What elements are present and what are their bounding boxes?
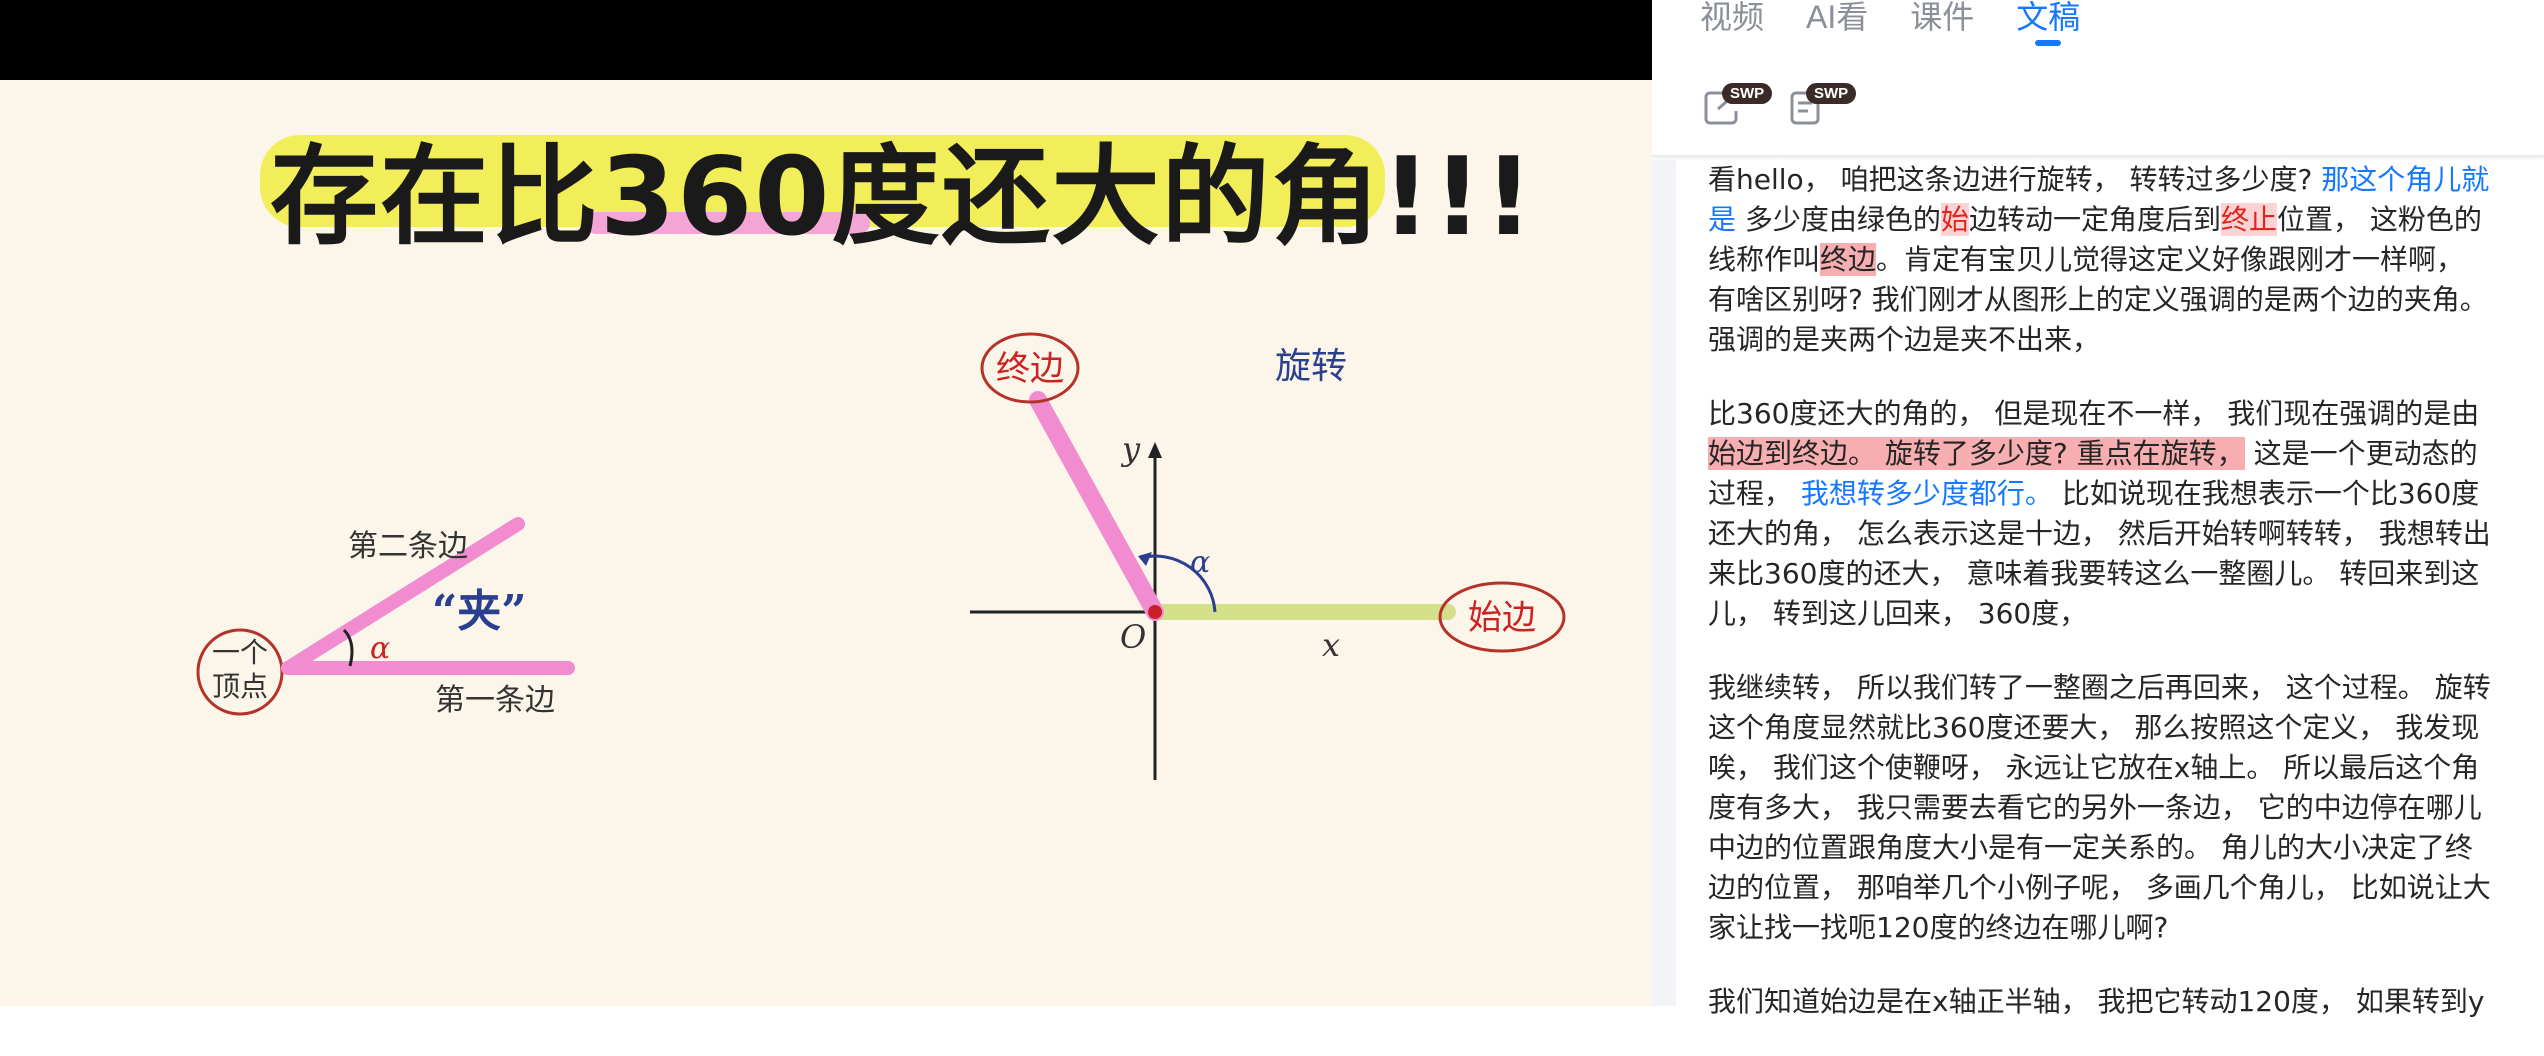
rotation-alpha-label: α	[1190, 545, 1210, 580]
rotation-angle-diagram: y x O α 终边 旋转 始边	[970, 332, 1566, 780]
highlight-mark: 终边	[1820, 243, 1877, 276]
highlight-red-text: 终止	[2220, 203, 2277, 236]
transcript-text-segment: 多少度由绿色的	[1736, 203, 1941, 236]
transcript-text-segment: 看hello， 咱把这条边进行旋转， 转转过多少度?	[1708, 163, 2322, 196]
origin-point	[1148, 605, 1162, 619]
included-label: “夹”	[432, 586, 527, 637]
notes-button[interactable]: SWP	[1784, 83, 1857, 129]
origin-label: O	[1120, 618, 1146, 656]
tab-ai-watch[interactable]: AI看	[1806, 0, 1868, 50]
rotation-arrow	[1138, 552, 1152, 566]
video-player[interactable]: 存在比360度还大的角!!! 一个 顶点 α 第二条边 “夹” 第一条边 y x…	[0, 0, 1652, 1006]
highlight-mark: 始边到终边。 旋转了多少度? 重点在旋转，	[1708, 437, 2245, 470]
y-axis-label: y	[1120, 430, 1141, 468]
alpha-label: α	[370, 631, 390, 666]
terminal-side-label: 终边	[996, 349, 1064, 389]
vertex-label-1: 一个	[212, 636, 268, 669]
transcript-text[interactable]: 看hello， 咱把这条边进行旋转， 转转过多少度? 那这个角儿就是 多少度由绿…	[1708, 160, 2498, 1056]
transcript-toolbar: SWP SWP	[1700, 83, 1857, 129]
transcript-paragraph: 比360度还大的角的， 但是现在不一样， 我们现在强调的是由始边到终边。 旋转了…	[1708, 394, 2498, 634]
transcript-link[interactable]: 我想转多少度都行。	[1801, 477, 2053, 510]
tab-transcript[interactable]: 文稿	[2016, 0, 2080, 50]
rotate-label: 旋转	[1275, 346, 1347, 387]
initial-side-label: 始边	[1468, 598, 1536, 638]
highlight-red-text: 始	[1940, 203, 1969, 236]
y-axis-arrow	[1148, 442, 1162, 458]
transcript-paragraph: 我们知道始边是在x轴正半轴， 我把它转动120度， 如果转到y	[1708, 985, 2485, 1018]
tab-courseware[interactable]: 课件	[1910, 0, 1974, 50]
static-angle-diagram: 一个 顶点 α 第二条边 “夹” 第一条边	[196, 517, 575, 718]
x-axis-label: x	[1322, 626, 1340, 664]
transcript-paragraph: 我继续转， 所以我们转了一整圈之后再回来， 这个过程。 旋转这个角度显然就比36…	[1708, 671, 2491, 944]
lesson-slide: 存在比360度还大的角!!! 一个 顶点 α 第二条边 “夹” 第一条边 y x…	[0, 80, 1652, 1006]
first-side-label: 第一条边	[435, 683, 555, 718]
transcript-text-segment: 边转动一定角度后到	[1968, 203, 2221, 236]
transcript-paragraph: 看hello， 咱把这条边进行旋转， 转转过多少度? 那这个角儿就是 多少度由绿…	[1708, 160, 2498, 360]
second-side-label: 第二条边	[348, 529, 468, 564]
export-button[interactable]: SWP	[1700, 83, 1773, 129]
vertex-label-2: 顶点	[212, 670, 268, 703]
tab-video[interactable]: 视频	[1700, 0, 1764, 50]
angle-diagrams: 一个 顶点 α 第二条边 “夹” 第一条边 y x O α 终边 旋转 始边	[196, 332, 1566, 780]
transcript-text-segment: 比360度还大的角的， 但是现在不一样， 我们现在强调的是由	[1708, 397, 2480, 430]
panel-tabs: 视频 AI看 课件 文稿	[1700, 0, 2080, 50]
swp-badge: SWP	[1806, 83, 1857, 104]
swp-badge: SWP	[1722, 83, 1773, 104]
panel-gutter	[1652, 160, 1676, 1006]
